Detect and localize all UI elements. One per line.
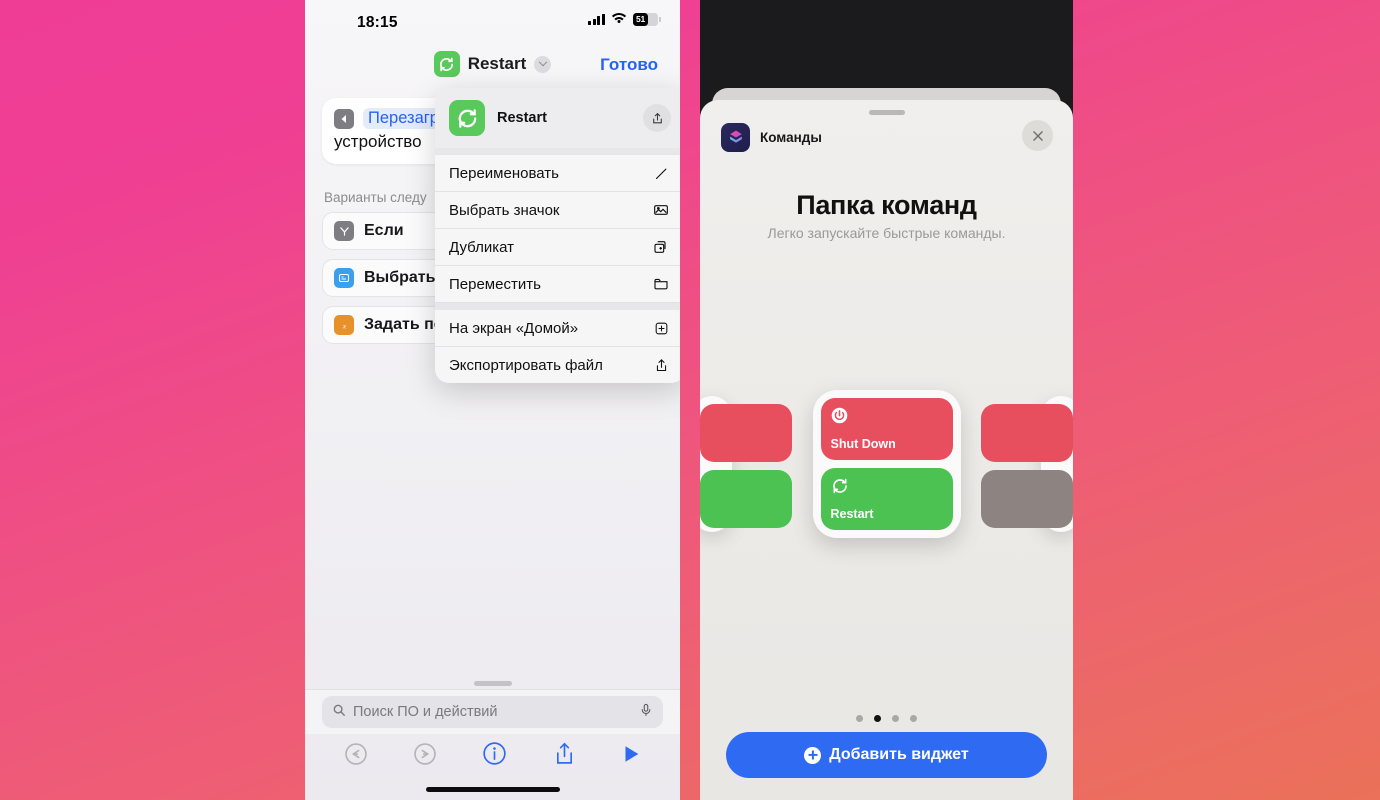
status-bar-time: 18:15	[357, 14, 398, 31]
page-dot[interactable]	[856, 715, 863, 722]
status-bar-indicators: 51	[588, 13, 661, 26]
menu-item-label: На экран «Домой»	[449, 319, 579, 337]
sheet-grabber[interactable]	[868, 110, 905, 115]
search-placeholder: Поиск ПО и действий	[353, 704, 498, 720]
status-bar: 18:15 51	[305, 0, 680, 44]
search-icon	[332, 703, 346, 722]
menu-item-move[interactable]: Переместить	[435, 266, 680, 303]
page-subtitle: Легко запускайте быстрые команды.	[767, 225, 1006, 241]
left-phone-screen: 18:15 51 Restart Готово Перезагрузить ус…	[305, 0, 680, 800]
microphone-icon[interactable]	[639, 703, 653, 722]
widget-button-shut-down[interactable]: Shut Down	[820, 398, 953, 460]
sheet-app-header: Команды	[721, 123, 822, 152]
menu-item-choose-icon[interactable]: Выбрать значок	[435, 192, 680, 229]
battery-icon: 51	[633, 13, 661, 26]
cellular-bars-icon	[588, 13, 605, 25]
if-icon	[334, 221, 354, 241]
add-widget-label: Добавить виджет	[829, 746, 969, 763]
page-title: Папка команд	[796, 190, 977, 220]
restart-shortcut-icon	[433, 51, 460, 77]
suggestions-label: Варианты следу	[324, 190, 427, 205]
widget-carousel: Shut Down Restart	[700, 390, 1073, 550]
play-icon[interactable]	[620, 743, 642, 770]
menu-item-rename[interactable]: Переименовать	[435, 155, 680, 192]
restart-icon	[831, 477, 943, 500]
photo-icon	[651, 200, 671, 220]
shortcut-back-icon	[334, 108, 354, 129]
context-menu-divider	[435, 303, 680, 310]
redo-icon[interactable]	[412, 741, 438, 772]
widget-preview-next[interactable]	[981, 396, 1073, 532]
done-button[interactable]: Готово	[600, 55, 658, 75]
list-item-label: Если	[364, 222, 404, 239]
widget-button-label: Restart	[830, 507, 874, 521]
sheet-app-name: Команды	[760, 130, 822, 145]
widget-button-restart[interactable]: Restart	[820, 468, 953, 530]
svg-text:x: x	[341, 321, 346, 330]
home-indicator	[425, 787, 560, 792]
plus-circle-icon	[804, 746, 822, 764]
sheet-grabber[interactable]	[473, 681, 512, 686]
nav-bar: Restart Готово	[305, 44, 680, 88]
shortcuts-app-icon	[721, 123, 750, 152]
menu-item-add-to-home[interactable]: На экран «Домой»	[435, 310, 680, 347]
menu-item-label: Переименовать	[449, 164, 559, 182]
choose-from-menu-icon	[334, 268, 354, 288]
nav-title: Restart	[467, 54, 527, 73]
context-menu-header[interactable]: Restart	[435, 88, 680, 148]
context-menu-divider	[435, 148, 680, 155]
page-dot[interactable]	[892, 715, 899, 722]
widget-gallery-sheet: Команды Папка команд Легко запускайте бы…	[700, 100, 1073, 800]
widget-preview-current[interactable]: Shut Down Restart	[812, 390, 961, 538]
right-phone-screen: Команды Папка команд Легко запускайте бы…	[700, 0, 1073, 800]
info-icon[interactable]	[481, 740, 508, 772]
close-icon[interactable]	[1022, 120, 1053, 151]
duplicate-icon	[651, 237, 671, 257]
set-variable-icon: x	[334, 315, 354, 335]
pencil-icon	[651, 163, 671, 183]
menu-item-label: Дубликат	[449, 238, 514, 256]
menu-item-label: Выбрать значок	[449, 201, 560, 219]
add-widget-button[interactable]: Добавить виджет	[726, 732, 1047, 778]
search-area: Поиск ПО и действий	[305, 681, 680, 734]
share-icon[interactable]	[552, 741, 577, 771]
battery-percent: 51	[636, 13, 646, 24]
share-icon[interactable]	[643, 104, 671, 132]
page-dot-active[interactable]	[874, 715, 881, 722]
menu-item-label: Экспортировать файл	[449, 356, 603, 374]
folder-icon	[651, 274, 671, 294]
menu-item-duplicate[interactable]: Дубликат	[435, 229, 680, 266]
page-dot[interactable]	[910, 715, 917, 722]
editor-toolbar	[305, 734, 680, 778]
menu-item-export-file[interactable]: Экспортировать файл	[435, 347, 680, 383]
menu-item-label: Переместить	[449, 275, 541, 293]
add-to-home-icon	[651, 318, 671, 338]
widget-button-label: Shut Down	[830, 437, 896, 451]
share-up-icon	[651, 355, 671, 375]
restart-shortcut-icon	[449, 100, 485, 136]
widget-preview-previous[interactable]	[700, 396, 792, 532]
context-menu: Restart Переименовать Выбрать значок Дуб…	[435, 88, 680, 383]
search-input[interactable]: Поиск ПО и действий	[322, 696, 663, 728]
power-icon	[831, 407, 943, 429]
chevron-down-icon[interactable]	[534, 55, 552, 73]
shortcut-editor-content: Перезагрузить устройство Варианты следу …	[305, 88, 680, 690]
wifi-icon	[609, 13, 629, 25]
context-menu-title: Restart	[497, 110, 547, 126]
undo-icon[interactable]	[343, 741, 369, 772]
page-dots[interactable]	[700, 715, 1073, 722]
